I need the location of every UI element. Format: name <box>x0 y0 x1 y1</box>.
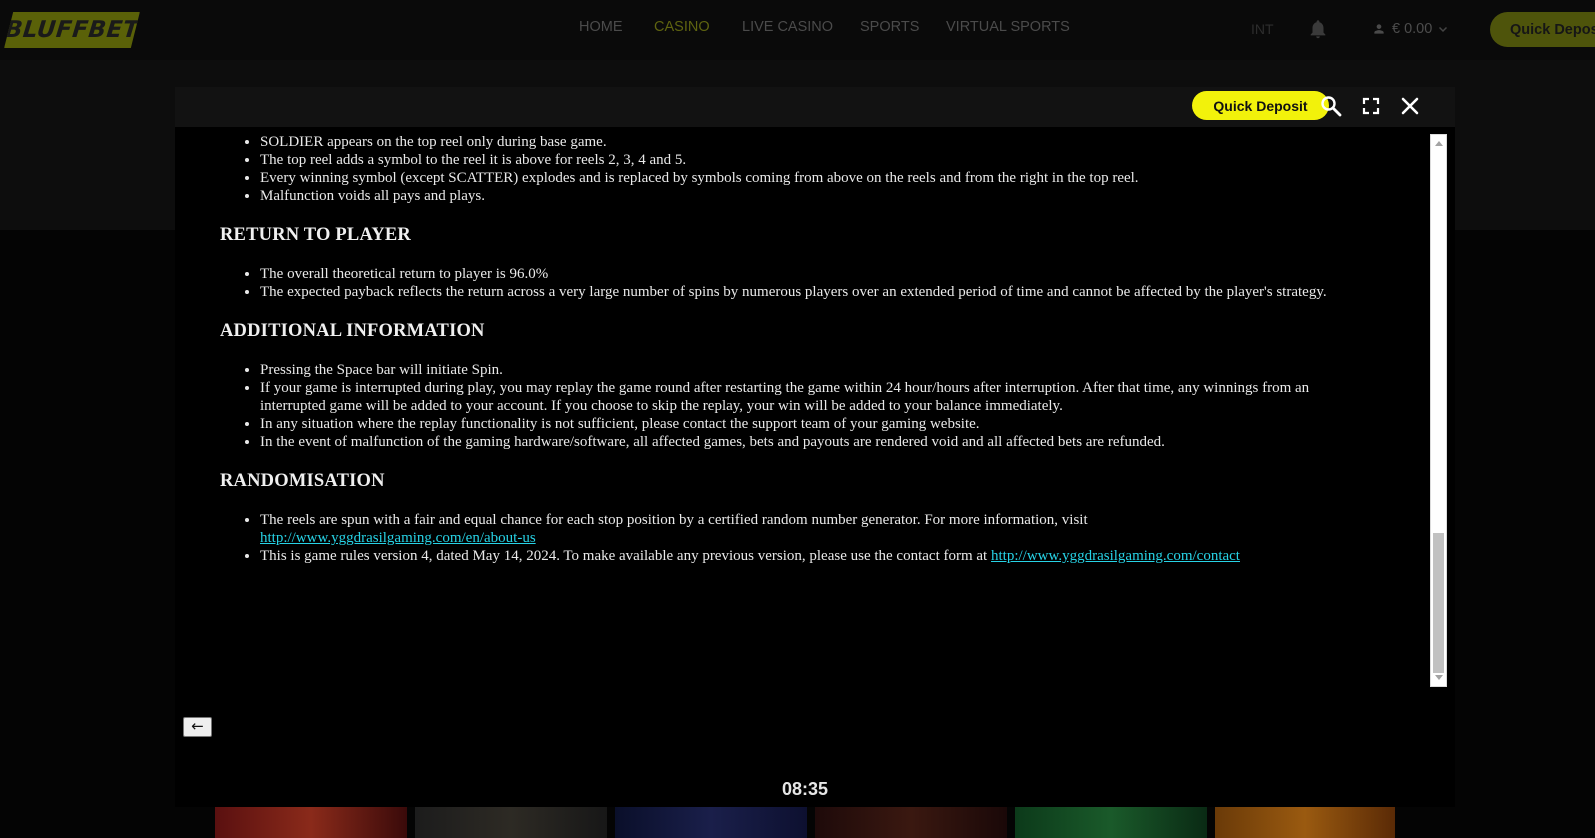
additional-information-list: Pressing the Space bar will initiate Spi… <box>220 361 1340 451</box>
list-item: The expected payback reflects the return… <box>260 283 1340 301</box>
chevron-down-icon <box>1439 26 1448 33</box>
return-to-player-list: The overall theoretical return to player… <box>220 265 1340 301</box>
top-navigation-bar: BLUFFBET HOME CASINO LIVE CASINO SPORTS … <box>0 0 1595 60</box>
modal-header: Quick Deposit <box>175 87 1455 127</box>
search-icon[interactable] <box>1319 94 1343 118</box>
bluffbet-logo[interactable]: BLUFFBET <box>4 12 140 48</box>
nav-item-sports[interactable]: SPORTS <box>860 19 919 35</box>
list-item: The top reel adds a symbol to the reel i… <box>260 151 1340 169</box>
game-thumbnail[interactable] <box>815 807 1007 838</box>
game-modal: Quick Deposit SOLDIER appears on the top… <box>175 87 1455 807</box>
quick-deposit-button[interactable]: Quick Deposit <box>1192 91 1329 120</box>
game-thumbnail[interactable] <box>615 807 807 838</box>
close-icon[interactable] <box>1398 94 1422 118</box>
section-heading-additional-information: ADDITIONAL INFORMATION <box>220 321 485 341</box>
list-item: In any situation where the replay functi… <box>260 415 1340 433</box>
list-item: Every winning symbol (except SCATTER) ex… <box>260 169 1340 187</box>
user-icon <box>1374 24 1384 34</box>
list-item: In the event of malfunction of the gamin… <box>260 433 1340 451</box>
game-thumbnail[interactable] <box>215 807 407 838</box>
game-thumbnail[interactable] <box>1015 807 1207 838</box>
rules-scrollbar[interactable] <box>1430 134 1447 687</box>
game-rules-content: SOLDIER appears on the top reel only dur… <box>220 127 1340 565</box>
language-selector[interactable]: INT <box>1251 21 1274 37</box>
nav-item-live-casino[interactable]: LIVE CASINO <box>742 19 833 35</box>
list-item: This is game rules version 4, dated May … <box>260 547 1340 565</box>
nav-item-home[interactable]: HOME <box>579 19 623 35</box>
list-item: Pressing the Space bar will initiate Spi… <box>260 361 1340 379</box>
nav-item-casino[interactable]: CASINO <box>654 19 710 35</box>
logo-text: BLUFFBET <box>3 17 141 43</box>
list-item: The reels are spun with a fair and equal… <box>260 511 1340 547</box>
about-us-link[interactable]: http://www.yggdrasilgaming.com/en/about-… <box>260 530 536 546</box>
scroll-down-arrow-icon[interactable] <box>1435 675 1443 680</box>
list-item: SOLDIER appears on the top reel only dur… <box>260 133 1340 151</box>
section-heading-randomisation: RANDOMISATION <box>220 471 385 491</box>
scrollbar-thumb[interactable] <box>1433 533 1444 673</box>
randomisation-list: The reels are spun with a fair and equal… <box>220 511 1340 565</box>
balance-dropdown[interactable]: € 0.00 <box>1372 18 1448 40</box>
list-item: Malfunction voids all pays and plays. <box>260 187 1340 205</box>
game-thumbnail[interactable] <box>415 807 607 838</box>
bell-icon[interactable] <box>1307 17 1329 41</box>
nav-item-virtual-sports[interactable]: VIRTUAL SPORTS <box>946 19 1070 35</box>
game-thumbnail[interactable] <box>1215 807 1395 838</box>
game-rules-frame[interactable]: SOLDIER appears on the top reel only dur… <box>175 127 1447 687</box>
version-text: This is game rules version 4, dated May … <box>260 548 988 564</box>
randomisation-text: The reels are spun with a fair and equal… <box>260 512 1088 528</box>
rules-intro-list: SOLDIER appears on the top reel only dur… <box>220 133 1340 205</box>
session-timer: 08:35 <box>781 779 829 799</box>
list-item: If your game is interrupted during play,… <box>260 379 1340 415</box>
back-button[interactable]: ← <box>183 717 212 737</box>
list-item: The overall theoretical return to player… <box>260 265 1340 283</box>
fullscreen-icon[interactable] <box>1359 94 1383 118</box>
section-heading-return-to-player: RETURN TO PLAYER <box>220 225 411 245</box>
quick-deposit-top-button[interactable]: Quick Deposit <box>1490 12 1595 47</box>
contact-link[interactable]: http://www.yggdrasilgaming.com/contact <box>991 548 1240 564</box>
balance-amount: € 0.00 <box>1392 21 1433 37</box>
scroll-up-arrow-icon[interactable] <box>1435 141 1443 146</box>
